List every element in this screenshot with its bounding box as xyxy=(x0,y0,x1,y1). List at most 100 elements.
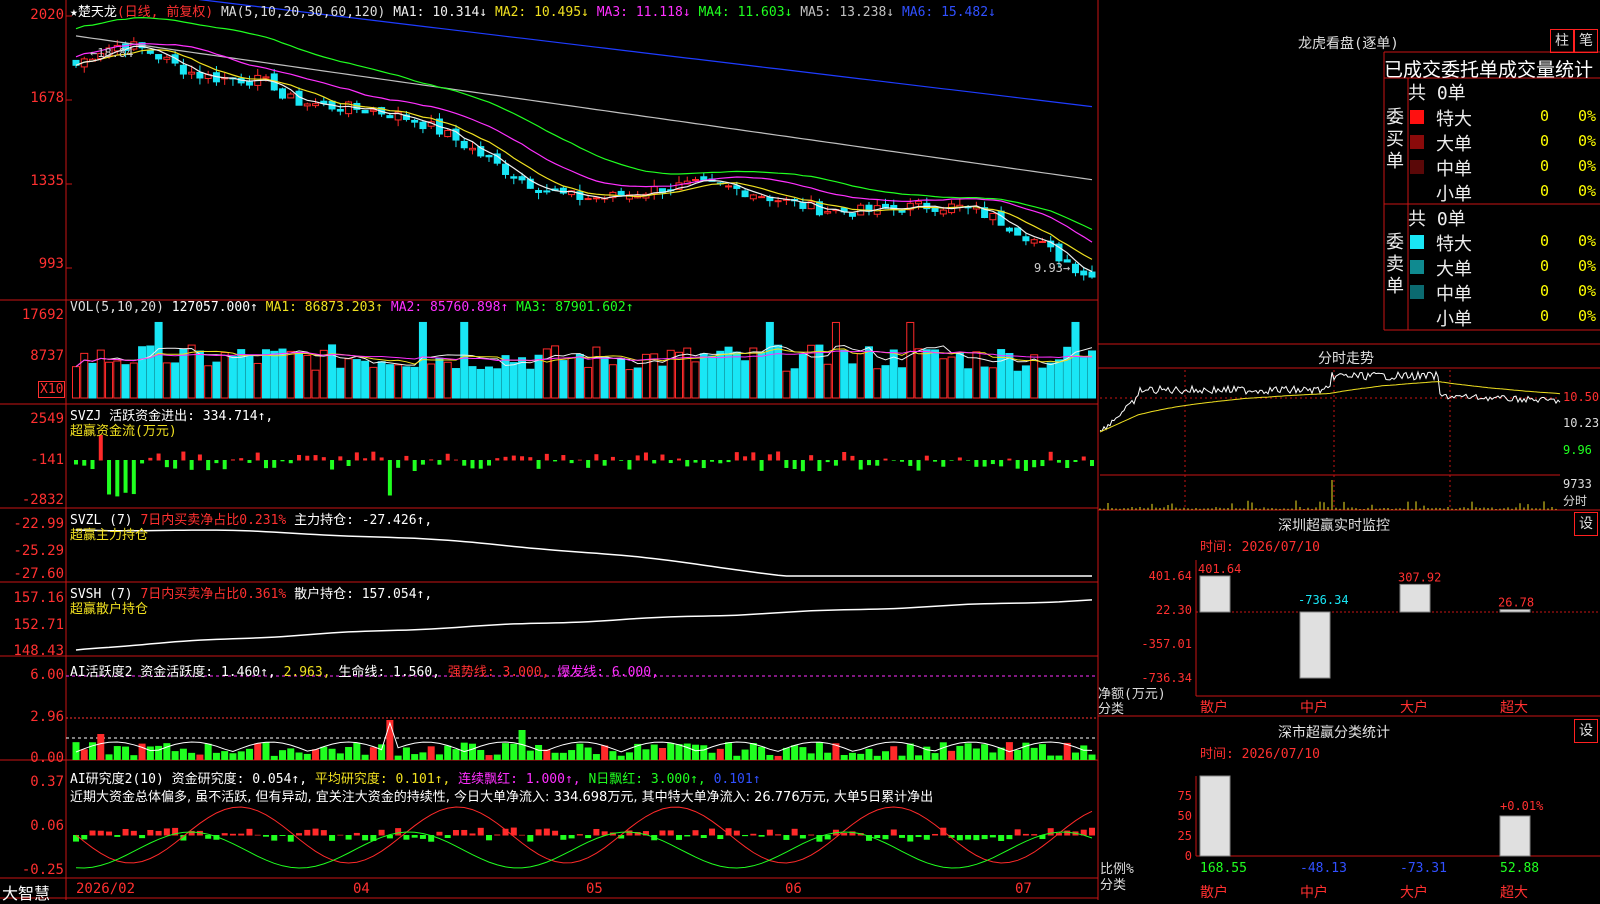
research-bar-8 xyxy=(139,835,146,839)
volume-bar-101 xyxy=(906,321,915,399)
stats-value-1: -48.13 xyxy=(1300,861,1347,876)
active-bar-109 xyxy=(972,748,980,760)
volume-bar-26 xyxy=(286,350,295,399)
ma5-line xyxy=(75,45,1093,273)
svzj-bar-77 xyxy=(710,460,715,462)
kline-chart[interactable]: 401.64 -736.34 307.92 26.78 401.64 22.30 -357.… xyxy=(0,0,1600,900)
research-bar-20 xyxy=(238,833,245,836)
volume-bar-98 xyxy=(881,365,890,399)
active-bar-5 xyxy=(113,746,121,760)
research-bar-50 xyxy=(486,835,493,841)
stock-terminal: 401.64 -736.34 307.92 26.78 401.64 22.30 -357.… xyxy=(0,0,1600,903)
ma10-line xyxy=(75,49,1093,260)
active-bar-30 xyxy=(320,746,328,760)
volume-bar-3 xyxy=(96,349,105,399)
svzj-bar-46 xyxy=(453,459,458,461)
research-bar-59 xyxy=(560,835,567,840)
research-bar-22 xyxy=(254,834,261,836)
svsh-line xyxy=(75,599,1093,651)
svzj-y-3: -2832 xyxy=(21,492,64,508)
active-bar-79 xyxy=(725,742,733,760)
ai-active-header: AI活跃度2 资金活跃度: 1.460↑, 2.963, 生命线: 1.560,… xyxy=(70,665,659,680)
svzj-bar-34 xyxy=(354,452,359,461)
research-bar-71 xyxy=(659,830,666,836)
volume-bar-74 xyxy=(683,347,692,399)
svzj-bar-66 xyxy=(619,460,624,461)
stats-time: 时间: 2026/07/10 xyxy=(1200,747,1320,762)
active-bar-29 xyxy=(312,749,320,760)
stats-settings-button[interactable]: 设 xyxy=(1574,719,1598,743)
research-bar-112 xyxy=(998,835,1005,841)
volume-bar-53 xyxy=(509,362,518,399)
svzj-bar-44 xyxy=(437,460,442,465)
tick-mode-button[interactable]: 笔 xyxy=(1574,29,1598,53)
buy-total: 共 0单 xyxy=(1408,83,1466,104)
research-bar-44 xyxy=(436,831,443,836)
svsh-y-2: 152.71 xyxy=(13,617,64,633)
buy-row-count-2: 0 xyxy=(1540,157,1550,175)
active-bar-102 xyxy=(915,755,923,760)
buy-row-pct-2: 0% xyxy=(1578,157,1597,175)
active-bar-53 xyxy=(510,743,518,760)
active-bar-16 xyxy=(204,743,212,760)
svzj-bar-112 xyxy=(999,460,1004,467)
price-y-label-1: 2020 xyxy=(30,7,64,23)
buy-row-color-1 xyxy=(1410,135,1424,149)
active-bar-46 xyxy=(452,749,460,760)
buy-row-pct-1: 0% xyxy=(1578,132,1597,150)
vol-header: VOL(5,10,20) 127057.000↑ MA1: 86873.203↑… xyxy=(70,300,634,315)
stats-y-3: 0 xyxy=(1185,849,1192,863)
svzj-bar-19 xyxy=(230,459,235,461)
volume-bar-55 xyxy=(526,368,535,399)
favorite-star-icon[interactable]: ★ xyxy=(70,5,78,20)
research-bar-0 xyxy=(73,835,79,842)
active-bar-82 xyxy=(749,743,757,760)
active-bar-4 xyxy=(105,754,113,760)
svzj-bar-84 xyxy=(767,454,772,461)
ma3-value: MA3: 11.118↓ xyxy=(596,5,691,20)
monitor-category-2: 大户 xyxy=(1400,699,1428,716)
dragon-title: 龙虎看盘(逐单) xyxy=(1298,36,1399,52)
active-bar-22 xyxy=(254,743,262,760)
volume-bar-37 xyxy=(377,361,386,399)
volume-bar-8 xyxy=(138,346,147,399)
svzj-bar-67 xyxy=(627,460,632,470)
svzj-bar-7 xyxy=(131,460,136,495)
svzj-bar-106 xyxy=(949,460,954,461)
stats-value-0: 168.55 xyxy=(1200,861,1247,876)
volume-bar-107 xyxy=(955,352,964,399)
period-label[interactable]: (日线, 前复权) xyxy=(117,5,213,20)
active-bar-14 xyxy=(188,752,196,760)
active-bar-15 xyxy=(196,754,204,760)
minute-unit: 分时 xyxy=(1563,494,1588,508)
svzj-bar-50 xyxy=(487,460,492,466)
research-bar-27 xyxy=(296,833,303,836)
candle-body-91 xyxy=(824,211,832,214)
volume-bar-64 xyxy=(600,356,609,399)
buy-row-name-3: 小单 xyxy=(1436,184,1472,205)
volume-bar-75 xyxy=(691,361,700,399)
buy-orders-label: 委买单 xyxy=(1386,107,1404,172)
research-bar-11 xyxy=(163,828,170,836)
candle-body-21 xyxy=(245,80,253,86)
active-bar-56 xyxy=(535,744,543,760)
svzj-bar-72 xyxy=(668,460,673,464)
candle-body-13 xyxy=(179,64,187,75)
active-bar-61 xyxy=(576,743,584,760)
svzj-bar-85 xyxy=(776,451,781,461)
svzl-subtitle: 超赢主力持仓 xyxy=(70,528,149,543)
research-bar-47 xyxy=(461,829,468,836)
candle-body-81 xyxy=(741,190,749,198)
volume-bar-48 xyxy=(468,366,477,399)
bar-mode-button[interactable]: 柱 xyxy=(1550,29,1574,53)
stats-axis-category: 分类 xyxy=(1100,878,1127,893)
minute-price-line xyxy=(1099,370,1561,432)
monitor-settings-button[interactable]: 设 xyxy=(1574,512,1598,536)
svzj-subtitle: 超赢资金流(万元) xyxy=(70,424,177,439)
volume-bar-27 xyxy=(295,352,304,399)
research-bar-23 xyxy=(262,835,269,837)
sell-total: 共 0单 xyxy=(1408,209,1466,230)
sell-row-count-3: 0 xyxy=(1540,307,1550,325)
research-bar-89 xyxy=(808,834,815,836)
candle-body-82 xyxy=(749,194,757,200)
